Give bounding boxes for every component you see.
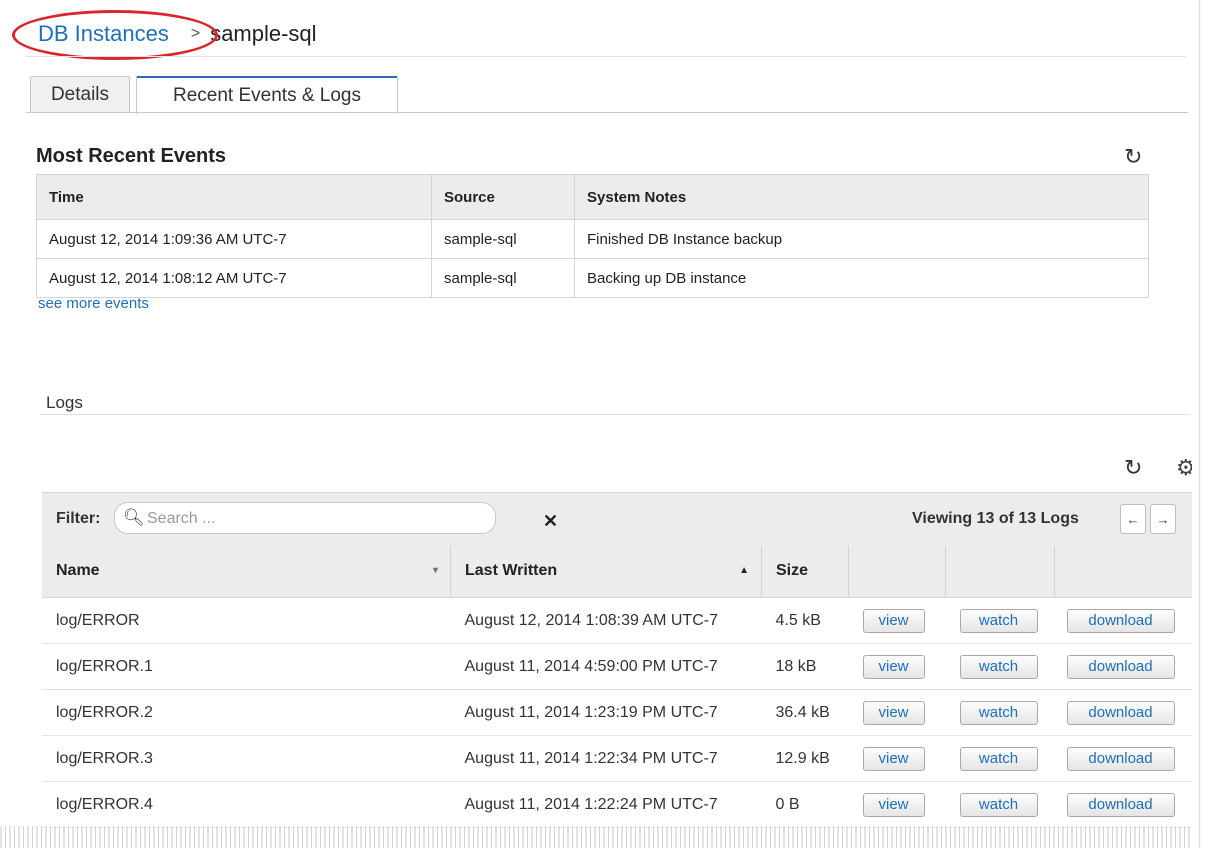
log-name: log/ERROR.4 [56,795,153,813]
event-notes: Finished DB Instance backup [574,219,1149,259]
tab-details[interactable]: Details [30,76,130,112]
viewing-count: Viewing 13 of 13 Logs [912,510,1079,527]
logs-section-title: Logs [46,393,83,412]
log-last-written: August 11, 2014 1:23:19 PM UTC-7 [464,703,718,721]
column-header-download-action [1054,545,1192,598]
event-source: sample-sql [431,258,575,298]
breadcrumb-current-instance: sample-sql [210,21,317,46]
view-button[interactable]: view [862,746,925,771]
events-header-row: Time Source System Notes [36,174,1149,220]
log-row: log/ERROR August 12, 2014 1:08:39 AM UTC… [42,597,1192,644]
column-header-last-written-label: Last Written [465,562,558,579]
search-input[interactable] [145,507,449,531]
column-header-name[interactable]: Name ▾ [42,545,451,598]
watch-button[interactable]: watch [959,700,1038,725]
log-name: log/ERROR.2 [56,703,153,721]
search-icon: 🔍︎ [123,508,145,527]
events-table: Time Source System Notes August 12, 2014… [36,174,1149,298]
log-row: log/ERROR.3 August 11, 2014 1:22:34 PM U… [42,735,1192,782]
view-button[interactable]: view [862,608,925,633]
log-row: log/ERROR.1 August 11, 2014 4:59:00 PM U… [42,643,1192,690]
log-name: log/ERROR [56,611,140,629]
event-row: August 12, 2014 1:08:12 AM UTC-7 sample-… [36,258,1149,298]
log-size: 4.5 kB [775,611,821,629]
previous-page-button[interactable]: ← [1120,504,1146,534]
column-header-size[interactable]: Size [761,545,849,598]
event-time: August 12, 2014 1:08:12 AM UTC-7 [36,258,432,298]
logs-header-row: Name ▾ Last Written ▲ Size [42,545,1192,598]
log-size: 0 B [775,795,800,813]
watch-button[interactable]: watch [959,746,1038,771]
sort-ascending-icon: ▲ [739,565,749,576]
download-button[interactable]: download [1066,608,1175,633]
chevron-down-icon: ▾ [432,565,438,576]
column-header-size-label: Size [776,562,809,579]
event-source: sample-sql [431,219,575,259]
event-time: August 12, 2014 1:09:36 AM UTC-7 [36,219,432,259]
log-row: log/ERROR.4 August 11, 2014 1:22:24 PM U… [42,781,1192,828]
filter-label: Filter: [56,510,101,527]
logs-filter-bar: Filter: 🔍︎ ✕ Viewing 13 of 13 Logs ← → [42,492,1192,546]
column-header-time: Time [36,174,432,220]
logs-table: Name ▾ Last Written ▲ Size log/ERROR Aug… [42,545,1192,828]
view-button[interactable]: view [862,654,925,679]
torn-edge-bottom [0,826,1208,848]
search-box: 🔍︎ ✕ [114,502,558,534]
column-header-system-notes: System Notes [574,174,1149,220]
log-name: log/ERROR.3 [56,749,153,767]
download-button[interactable]: download [1066,746,1175,771]
log-last-written: August 12, 2014 1:08:39 AM UTC-7 [464,611,718,629]
log-last-written: August 11, 2014 1:22:24 PM UTC-7 [464,795,718,813]
event-notes: Backing up DB instance [574,258,1149,298]
log-last-written: August 11, 2014 4:59:00 PM UTC-7 [464,657,718,675]
event-row: August 12, 2014 1:09:36 AM UTC-7 sample-… [36,219,1149,259]
log-size: 12.9 kB [775,749,830,767]
events-refresh-icon[interactable]: ↻ [1124,146,1142,168]
watch-button[interactable]: watch [959,654,1038,679]
logs-refresh-icon[interactable]: ↻ [1124,457,1142,479]
download-button[interactable]: download [1066,654,1175,679]
tab-recent-events-logs[interactable]: Recent Events & Logs [136,76,398,114]
column-header-source: Source [431,174,575,220]
column-header-name-label: Name [56,562,100,579]
log-size: 18 kB [775,657,817,675]
log-name: log/ERROR.1 [56,657,153,675]
column-header-watch-action [945,545,1055,598]
watch-button[interactable]: watch [959,792,1038,817]
column-header-view-action [848,545,946,598]
view-button[interactable]: view [862,792,925,817]
watch-button[interactable]: watch [959,608,1038,633]
column-header-last-written[interactable]: Last Written ▲ [450,545,762,598]
logs-divider [40,414,1190,415]
download-button[interactable]: download [1066,792,1175,817]
view-button[interactable]: view [862,700,925,725]
download-button[interactable]: download [1066,700,1175,725]
tab-bar-divider [26,112,1188,113]
breadcrumb-divider [26,56,1186,57]
log-last-written: August 11, 2014 1:22:34 PM UTC-7 [464,749,718,767]
see-more-events-link[interactable]: see more events [38,295,149,312]
highlight-callout-ellipse [12,10,218,60]
rds-console-page: DB Instances > sample-sql Details Recent… [0,0,1208,848]
close-icon[interactable]: ✕ [543,511,558,532]
events-section-title: Most Recent Events [36,145,227,167]
torn-edge-right [1192,0,1208,848]
next-page-button[interactable]: → [1150,504,1176,534]
log-row: log/ERROR.2 August 11, 2014 1:23:19 PM U… [42,689,1192,736]
log-size: 36.4 kB [775,703,830,721]
